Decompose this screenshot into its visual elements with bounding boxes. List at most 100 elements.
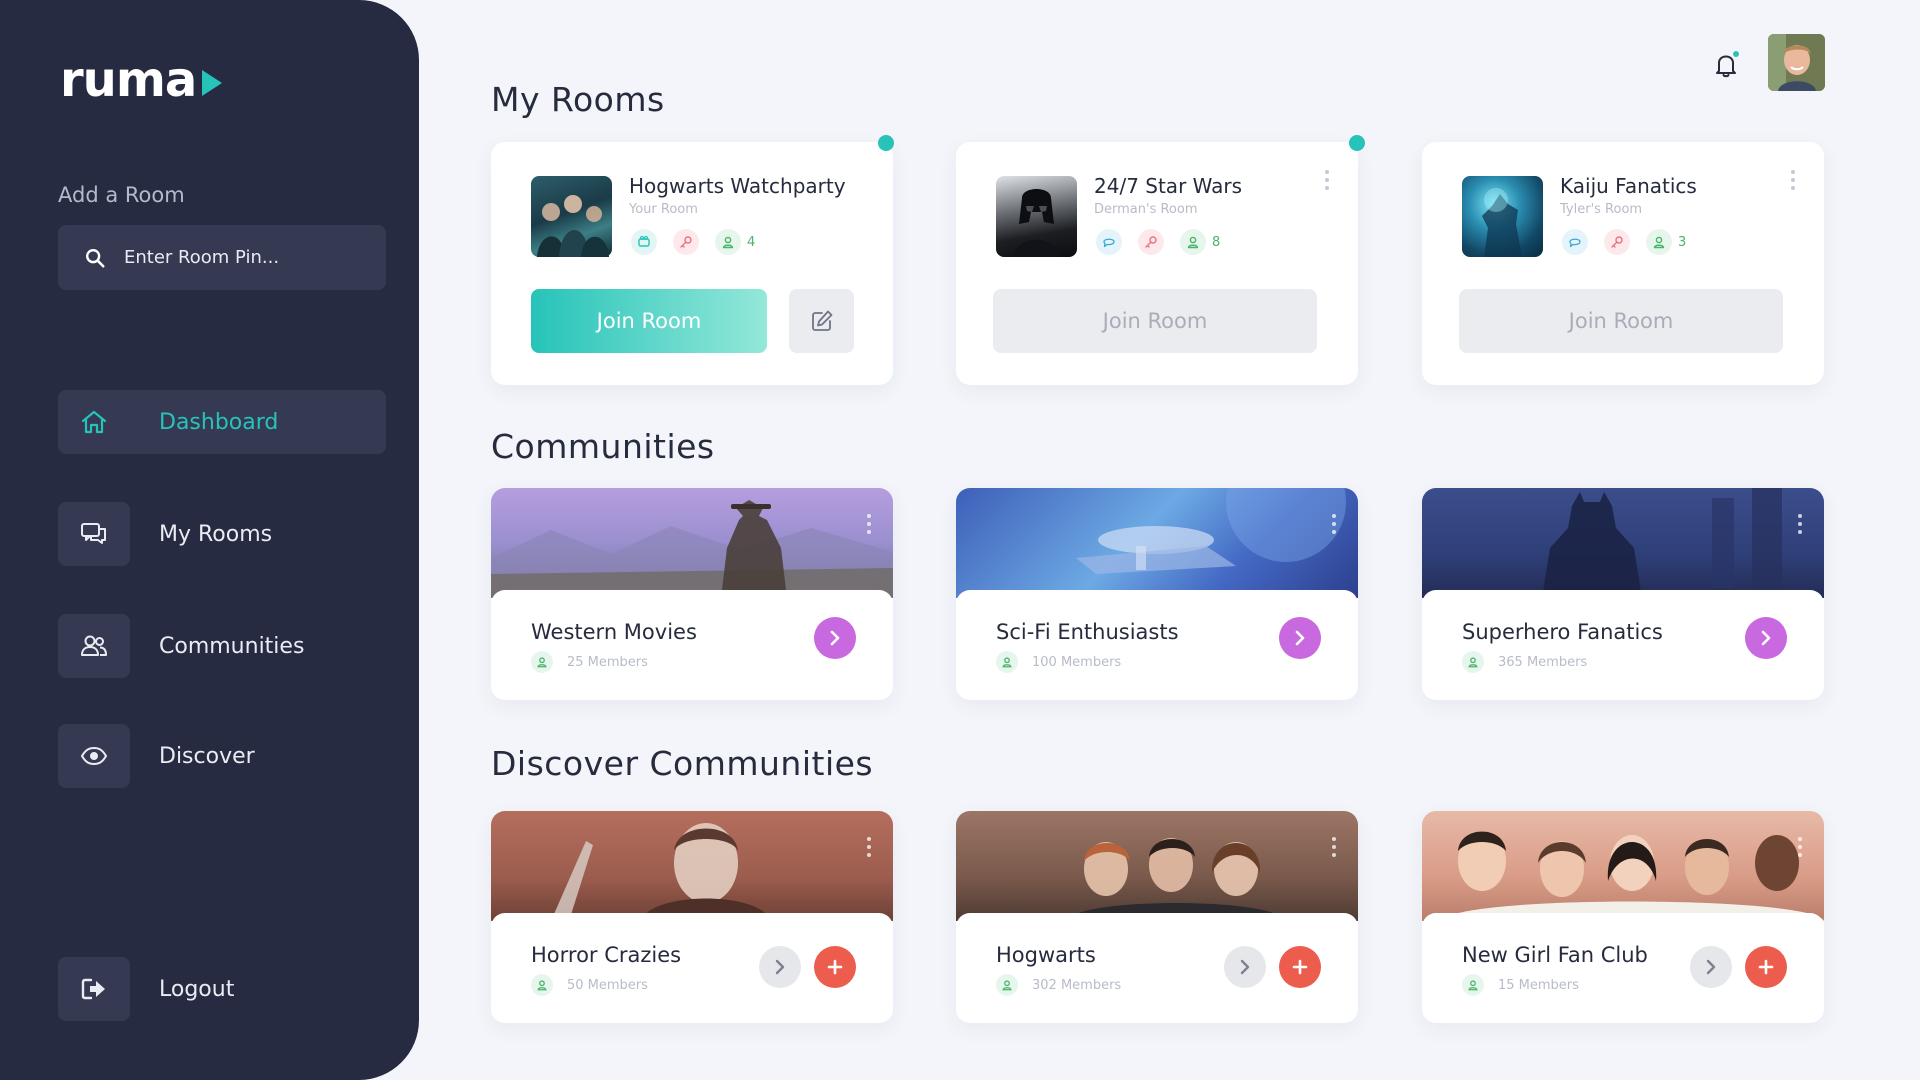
user-icon	[1462, 651, 1484, 673]
discover-card[interactable]: Hogwarts 302 Members	[956, 811, 1358, 1023]
nav-label: Discover	[159, 743, 255, 769]
key-icon	[1604, 229, 1630, 255]
join-room-button[interactable]: Join Room	[993, 289, 1317, 353]
live-indicator	[1349, 135, 1365, 151]
discover-title: Discover Communities	[491, 744, 874, 783]
chevron-right-icon	[1761, 630, 1771, 646]
community-members: 25 Members	[531, 651, 648, 673]
join-room-button[interactable]: Join Room	[1459, 289, 1783, 353]
add-room-label: Add a Room	[58, 183, 185, 207]
community-name: Western Movies	[531, 620, 697, 644]
logout-label: Logout	[159, 976, 235, 1002]
plus-icon	[827, 959, 843, 975]
chat-bubbles-icon	[58, 502, 130, 566]
chat-icon	[1562, 229, 1588, 255]
community-banner	[491, 488, 893, 598]
community-body: Western Movies 25 Members	[491, 590, 893, 700]
logout-icon	[58, 957, 130, 1021]
nav-label: Communities	[159, 633, 305, 659]
open-community-button[interactable]	[1279, 617, 1321, 659]
room-pin-input[interactable]	[124, 247, 364, 268]
room-card[interactable]: Hogwarts Watchparty Your Room 4 Join Roo…	[491, 135, 894, 385]
logout-button[interactable]: Logout	[58, 957, 386, 1021]
community-name: Horror Crazies	[531, 943, 682, 967]
community-name: Sci-Fi Enthusiasts	[996, 620, 1179, 644]
join-community-button[interactable]	[1745, 946, 1787, 988]
room-thumbnail	[1462, 176, 1543, 257]
room-poster-image	[537, 195, 609, 257]
chat-icon	[1096, 229, 1122, 255]
video-icon	[631, 229, 657, 255]
room-owner: Tyler's Room	[1560, 202, 1643, 217]
more-options-icon[interactable]	[1324, 170, 1330, 190]
user-icon	[1646, 229, 1672, 255]
nav-my-rooms[interactable]: My Rooms	[58, 502, 386, 566]
plus-icon	[1758, 959, 1774, 975]
room-poster-image	[1482, 188, 1522, 257]
user-icon	[531, 651, 553, 673]
member-count: 15 Members	[1498, 977, 1579, 993]
discover-card[interactable]: Horror Crazies 50 Members	[491, 811, 893, 1023]
nav-communities[interactable]: Communities	[58, 614, 386, 678]
play-icon	[202, 70, 223, 96]
join-community-button[interactable]	[1279, 946, 1321, 988]
home-icon	[58, 390, 130, 454]
community-name: Hogwarts	[996, 943, 1096, 967]
open-community-button[interactable]	[814, 617, 856, 659]
banner-image	[551, 823, 771, 921]
nav-dashboard[interactable]: Dashboard	[58, 390, 386, 454]
user-icon	[1180, 229, 1206, 255]
more-options-icon[interactable]	[1798, 514, 1802, 534]
community-banner	[1422, 811, 1824, 921]
community-banner	[491, 811, 893, 921]
banner-image	[1076, 488, 1346, 574]
avatar[interactable]	[1768, 34, 1825, 91]
banner-image	[1542, 488, 1782, 598]
edit-icon	[811, 310, 832, 331]
join-community-button[interactable]	[814, 946, 856, 988]
view-community-button[interactable]	[1690, 946, 1732, 988]
community-name: New Girl Fan Club	[1462, 943, 1648, 967]
open-community-button[interactable]	[1745, 617, 1787, 659]
community-members: 302 Members	[996, 974, 1121, 996]
chevron-right-icon	[830, 630, 840, 646]
community-card[interactable]: Superhero Fanatics 365 Members	[1422, 488, 1824, 700]
user-icon	[531, 974, 553, 996]
community-name: Superhero Fanatics	[1462, 620, 1663, 644]
sidebar: ruma Add a Room Dashboard My Rooms Commu…	[0, 0, 419, 1080]
more-options-icon[interactable]	[867, 514, 871, 534]
member-count: 365 Members	[1498, 654, 1588, 670]
discover-card[interactable]: New Girl Fan Club 15 Members	[1422, 811, 1824, 1023]
chevron-right-icon	[1295, 630, 1305, 646]
community-body: Sci-Fi Enthusiasts 100 Members	[956, 590, 1358, 700]
room-card[interactable]: 24/7 Star Wars Derman's Room 8 Join Room	[956, 135, 1365, 385]
room-card[interactable]: Kaiju Fanatics Tyler's Room 3 Join Room	[1422, 142, 1824, 385]
user-avatar-icon	[1768, 34, 1825, 91]
banner-image	[1066, 838, 1286, 921]
ruma-logo[interactable]: ruma	[60, 52, 223, 108]
community-banner	[1422, 488, 1824, 598]
room-name: Kaiju Fanatics	[1560, 174, 1697, 198]
chevron-right-icon	[775, 959, 785, 975]
more-options-icon[interactable]	[867, 837, 871, 857]
join-room-button[interactable]: Join Room	[531, 289, 767, 353]
nav-discover[interactable]: Discover	[58, 724, 386, 788]
edit-room-button[interactable]	[789, 289, 854, 353]
nav-label: Dashboard	[159, 409, 279, 435]
room-poster-image	[1014, 189, 1059, 257]
community-body: Horror Crazies 50 Members	[491, 913, 893, 1023]
view-community-button[interactable]	[1224, 946, 1266, 988]
logo-text: ruma	[60, 52, 197, 108]
more-options-icon[interactable]	[1790, 170, 1796, 190]
room-pin-field[interactable]	[58, 225, 386, 290]
member-count: 50 Members	[567, 977, 648, 993]
more-options-icon[interactable]	[1332, 514, 1336, 534]
community-card[interactable]: Western Movies 25 Members	[491, 488, 893, 700]
member-count: 3	[1678, 234, 1687, 250]
view-community-button[interactable]	[759, 946, 801, 988]
community-card[interactable]: Sci-Fi Enthusiasts 100 Members	[956, 488, 1358, 700]
more-options-icon[interactable]	[1332, 837, 1336, 857]
more-options-icon[interactable]	[1798, 837, 1802, 857]
user-icon	[1462, 974, 1484, 996]
users-icon	[58, 614, 130, 678]
